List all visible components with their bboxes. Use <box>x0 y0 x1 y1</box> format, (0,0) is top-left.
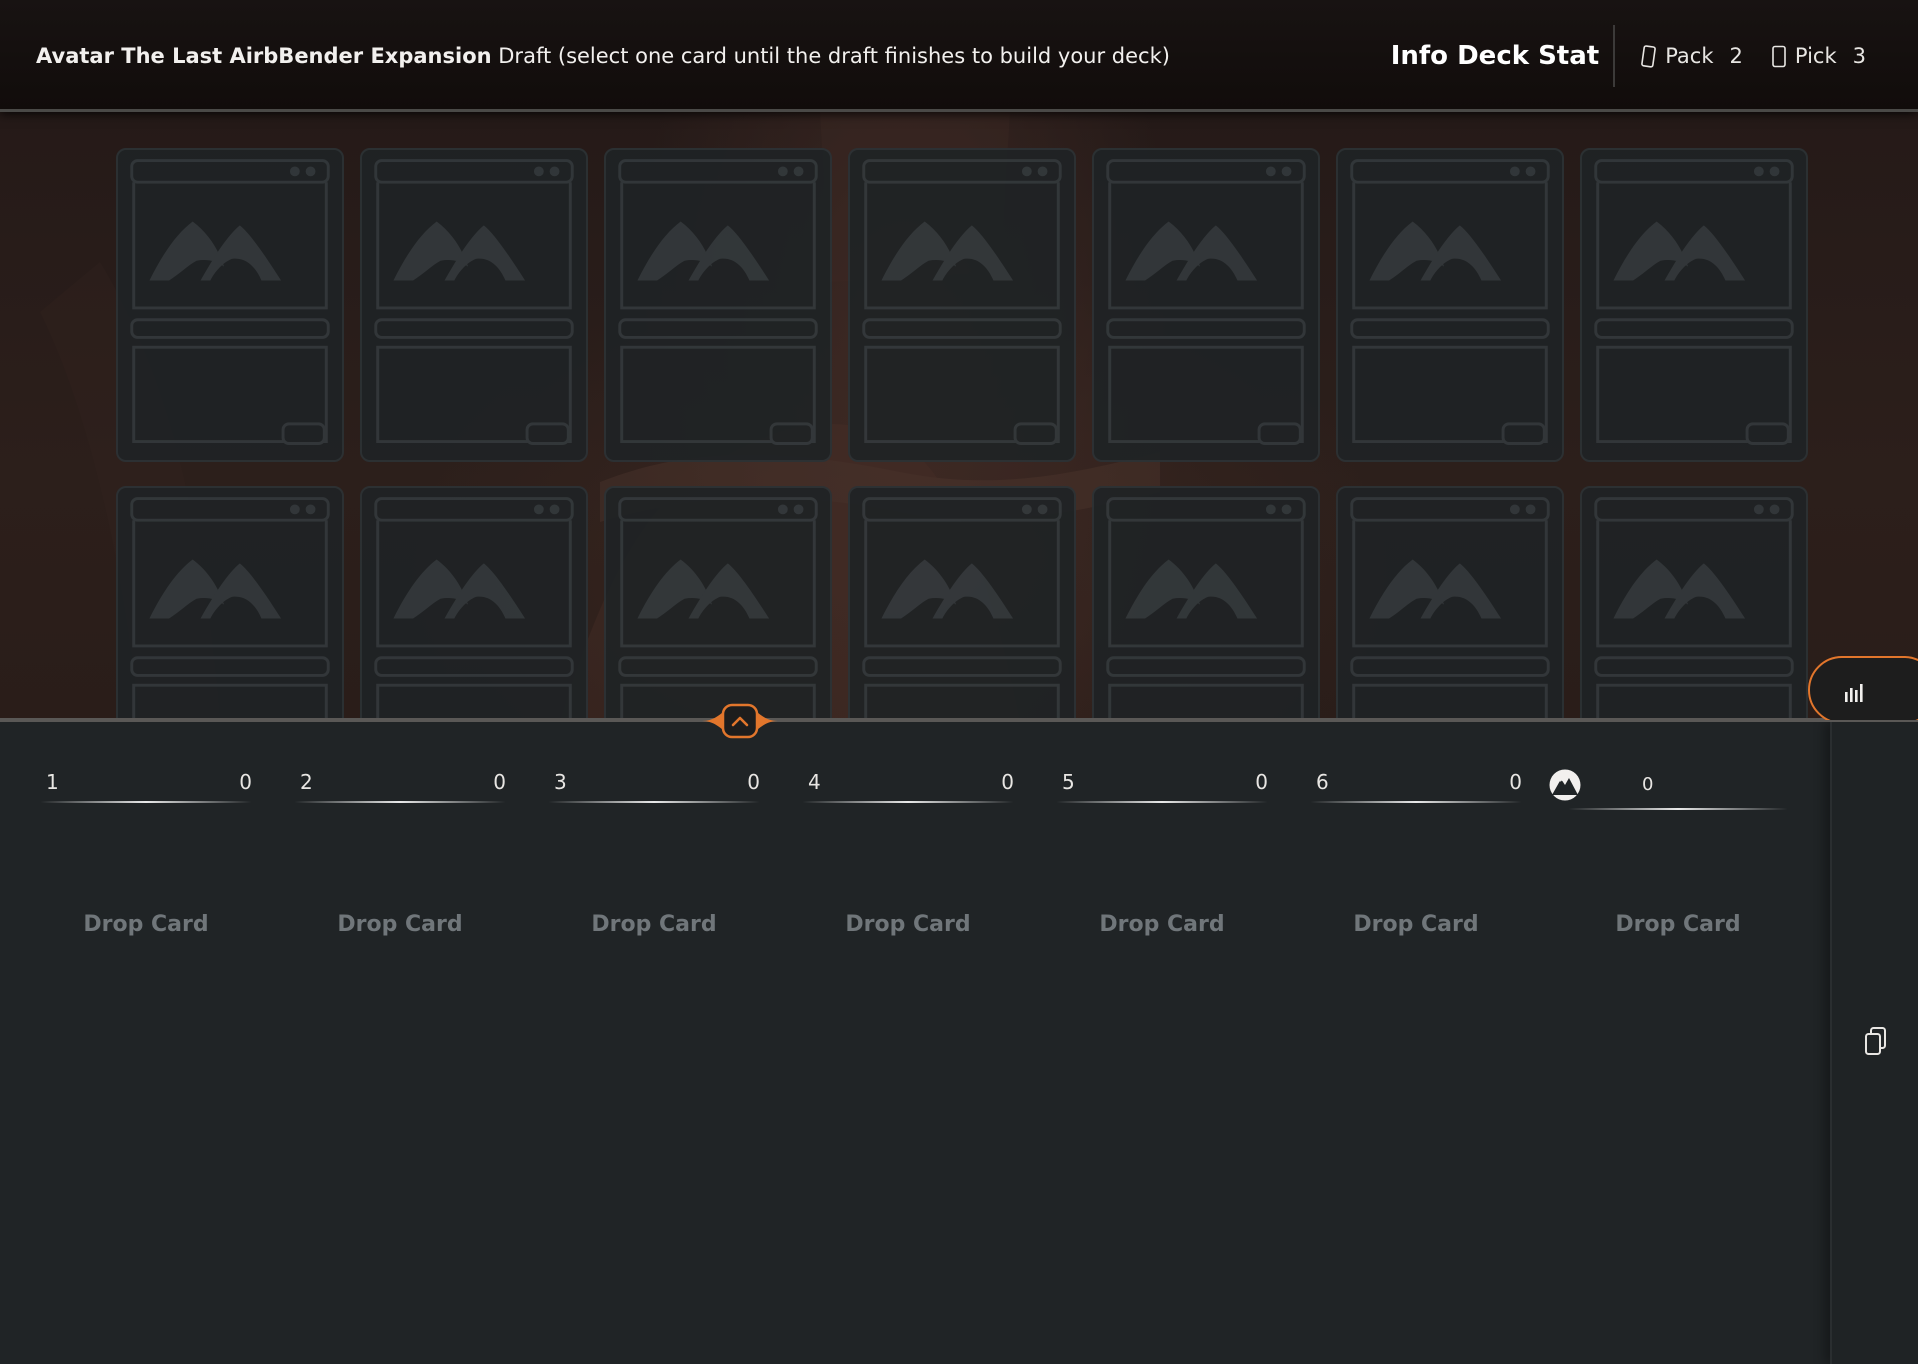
cost-underline <box>1056 801 1268 803</box>
cost-column-header: 50 <box>1056 770 1268 830</box>
card-slot[interactable] <box>1580 486 1808 720</box>
cost-column-header: 20 <box>294 770 506 830</box>
card-slot[interactable] <box>604 486 832 720</box>
card-icon <box>1772 45 1786 67</box>
cost-label: 3 <box>554 770 567 794</box>
drop-card-zone[interactable]: Drop Card <box>300 912 500 937</box>
card-slot[interactable] <box>1580 148 1808 462</box>
cost-count: 0 <box>493 770 506 794</box>
cost-count: 0 <box>1509 770 1522 794</box>
card-placeholder-art <box>1594 159 1794 445</box>
card-slot[interactable] <box>604 148 832 462</box>
cost-count: 0 <box>1001 770 1014 794</box>
card-slot[interactable] <box>360 486 588 720</box>
info-deck-stat-button[interactable]: Info Deck Stat <box>1391 25 1616 87</box>
cost-label: 1 <box>46 770 59 794</box>
cost-label: 2 <box>300 770 313 794</box>
set-name: Avatar The Last AirbBender Expansion <box>36 44 492 68</box>
pack-counter: Pack 2 <box>1641 44 1743 68</box>
cost-count: 0 <box>1255 770 1268 794</box>
card-placeholder-art <box>374 497 574 720</box>
drop-card-zone[interactable]: Drop Card <box>46 912 246 937</box>
land-column-header: 0 <box>1548 769 1788 830</box>
pick-counter: Pick 3 <box>1771 44 1866 68</box>
pick-number: 3 <box>1852 44 1866 68</box>
collapse-panel-button[interactable] <box>700 700 780 742</box>
cost-count: 0 <box>239 770 252 794</box>
card-placeholder-art <box>130 159 330 445</box>
land-count: 0 <box>1642 774 1654 795</box>
panel-divider <box>0 718 1918 722</box>
deck-sidebar <box>1830 722 1918 1364</box>
card-slot[interactable] <box>360 148 588 462</box>
card-placeholder-art <box>862 159 1062 445</box>
cost-underline <box>294 801 506 803</box>
drop-card-zone[interactable]: Drop Card <box>554 912 754 937</box>
card-icon <box>1641 44 1657 68</box>
cost-underline <box>802 801 1014 803</box>
drop-card-zone[interactable]: Drop Card <box>1578 912 1778 937</box>
drop-card-zone[interactable]: Drop Card <box>808 912 1008 937</box>
cost-count: 0 <box>747 770 760 794</box>
card-placeholder-art <box>618 497 818 720</box>
card-placeholder-art <box>130 497 330 720</box>
stats-toggle-button[interactable] <box>1808 656 1918 720</box>
card-placeholder-art <box>374 159 574 445</box>
cost-underline <box>548 801 760 803</box>
draft-title: Avatar The Last AirbBender Expansion Dra… <box>36 44 1170 68</box>
bar-chart-icon <box>1845 684 1863 702</box>
cost-column-header: 60 <box>1310 770 1522 830</box>
pack-number: 2 <box>1729 44 1743 68</box>
pick-label: Pick <box>1794 44 1837 68</box>
cost-underline <box>40 801 252 803</box>
mountain-land-icon <box>1549 769 1581 801</box>
cost-label: 5 <box>1062 770 1075 794</box>
cost-label: 6 <box>1316 770 1329 794</box>
drop-card-zone[interactable]: Drop Card <box>1316 912 1516 937</box>
card-slot[interactable] <box>848 148 1076 462</box>
card-slot[interactable] <box>848 486 1076 720</box>
card-placeholder-art <box>1350 497 1550 720</box>
card-placeholder-art <box>1106 497 1306 720</box>
cost-underline <box>1568 808 1788 810</box>
top-bar: Avatar The Last AirbBender Expansion Dra… <box>0 0 1918 112</box>
header-right: Info Deck Stat Pack 2 Pick 3 <box>1391 25 1882 87</box>
draft-instructions: Draft (select one card until the draft f… <box>498 44 1170 68</box>
card-placeholder-art <box>618 159 818 445</box>
card-slot[interactable] <box>1092 486 1320 720</box>
card-placeholder-art <box>1106 159 1306 445</box>
cost-underline <box>1310 801 1522 803</box>
card-placeholder-art <box>1594 497 1794 720</box>
card-slot[interactable] <box>116 486 344 720</box>
card-slot[interactable] <box>1336 148 1564 462</box>
card-stack-icon[interactable] <box>1862 1026 1890 1058</box>
cost-column-header: 40 <box>802 770 1014 830</box>
cost-column-header: 30 <box>548 770 760 830</box>
card-slot[interactable] <box>116 148 344 462</box>
card-placeholder-art <box>862 497 1062 720</box>
pack-label: Pack <box>1665 44 1714 68</box>
card-slot[interactable] <box>1336 486 1564 720</box>
cost-column-header: 10 <box>40 770 252 830</box>
deck-builder-panel: 102030405060 0 Drop Card Drop Card Drop Ca… <box>0 722 1830 1364</box>
card-slot[interactable] <box>1092 148 1320 462</box>
card-placeholder-art <box>1350 159 1550 445</box>
card-pick-area <box>0 112 1918 720</box>
drop-card-zone[interactable]: Drop Card <box>1062 912 1262 937</box>
cost-label: 4 <box>808 770 821 794</box>
